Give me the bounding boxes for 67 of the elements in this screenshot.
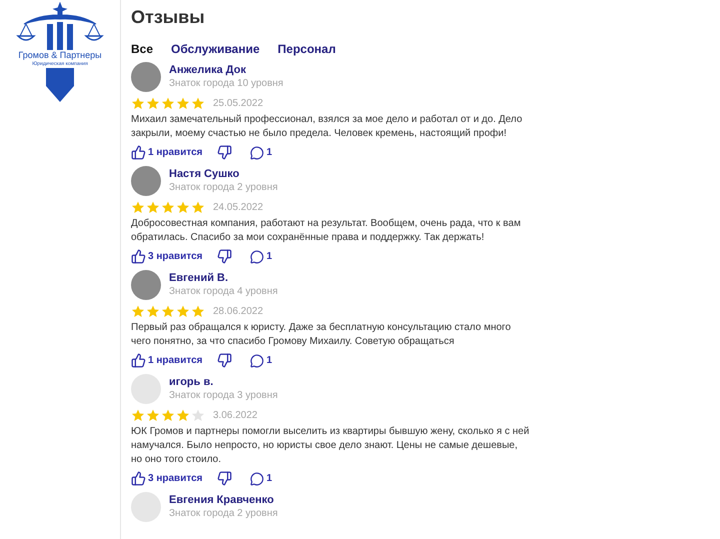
author-level: Знаток города 4 уровня: [169, 285, 278, 299]
star-icon: [191, 305, 205, 318]
dislike-button[interactable]: [216, 353, 232, 368]
author-level: Знаток города 3 уровня: [169, 389, 278, 403]
review-date: 28.06.2022: [213, 305, 264, 319]
dislike-button[interactable]: [216, 145, 232, 160]
thumbs-down-icon: [216, 145, 232, 160]
comment-icon: [250, 354, 264, 368]
review-date: 25.05.2022: [213, 97, 264, 111]
comment-icon: [250, 472, 264, 486]
comments-button[interactable]: 1: [250, 471, 272, 486]
star-icon: [131, 201, 145, 214]
author-level: Знаток города 10 уровня: [169, 77, 284, 91]
comments-button[interactable]: 1: [250, 145, 272, 160]
author-name[interactable]: Анжелика Док: [169, 63, 284, 77]
review-text: ЮК Громов и партнеры помогли выселить из квартиры бывшую жену, сколько я с ней намучался. Было непросто, но юристы свое дело знают. Цены не самые дешевые, но оно того стоило.: [131, 425, 530, 467]
author-level: Знаток города 2 уровня: [169, 507, 278, 521]
star-icon: [131, 409, 145, 422]
author-name[interactable]: Евгения Кравченко: [169, 493, 278, 507]
comments-button[interactable]: 1: [250, 353, 272, 368]
thumbs-up-icon: [131, 353, 146, 368]
thumbs-down-icon: [216, 353, 232, 368]
thumbs-up-icon: [131, 145, 146, 160]
star-icon: [161, 201, 175, 214]
thumbs-up-icon: [131, 471, 146, 486]
star-icon: [176, 409, 190, 422]
author-name[interactable]: Настя Сушко: [169, 167, 278, 181]
review-text: Добросовестная компания, работают на результат. Вообщем, очень рада, что к вам обратилась. Спасибо за мои сохранённые права и поддержку. Так держать!: [131, 217, 522, 245]
star-icon: [191, 409, 205, 422]
logo-name: Громов & Партнеры: [18, 50, 102, 61]
author-name[interactable]: Евгений В.: [169, 271, 278, 285]
star-icon: [176, 97, 190, 110]
thumbs-down-icon: [216, 249, 232, 264]
thumbs-down-icon: [216, 471, 232, 486]
review-text: Михаил замечательный профессионал, взялся за мое дело и работал от и до. Дело закрыли, моему счастью не было предела. Человек кремень, настоящий профи!: [131, 113, 524, 141]
star-icon: [131, 305, 145, 318]
review-text: Первый раз обращался к юристу. Даже за бесплатную консультацию стало много чего понятно, за что спасибо Громову Михаилу. Советую обращаться: [131, 321, 512, 349]
like-button[interactable]: 1 нравится: [131, 145, 203, 160]
page-title: Отзывы: [131, 6, 206, 28]
review-date: 24.05.2022: [213, 201, 264, 215]
review-date: 3.06.2022: [213, 409, 258, 423]
star-icon: [176, 201, 190, 214]
dislike-button[interactable]: [216, 249, 232, 264]
like-button[interactable]: 3 нравится: [131, 249, 203, 264]
like-button[interactable]: 3 нравится: [131, 471, 203, 486]
star-icon: [131, 97, 145, 110]
star-icon: [161, 305, 175, 318]
author-level: Знаток города 2 уровня: [169, 181, 278, 195]
comment-icon: [250, 146, 264, 160]
filter-tab[interactable]: Персонал: [278, 40, 336, 58]
filter-tab[interactable]: Обслуживание: [171, 40, 260, 58]
thumbs-up-icon: [131, 249, 146, 264]
comment-icon: [250, 250, 264, 264]
comments-button[interactable]: 1: [250, 249, 272, 264]
star-icon: [146, 305, 160, 318]
star-icon: [176, 305, 190, 318]
star-icon: [146, 409, 160, 422]
star-icon: [161, 97, 175, 110]
like-button[interactable]: 1 нравится: [131, 353, 203, 368]
author-name[interactable]: игорь в.: [169, 375, 278, 389]
star-icon: [191, 97, 205, 110]
star-icon: [146, 97, 160, 110]
star-icon: [191, 201, 205, 214]
star-icon: [161, 409, 175, 422]
star-icon: [146, 201, 160, 214]
dislike-button[interactable]: [216, 471, 232, 486]
filter-tab[interactable]: Все: [131, 40, 154, 58]
